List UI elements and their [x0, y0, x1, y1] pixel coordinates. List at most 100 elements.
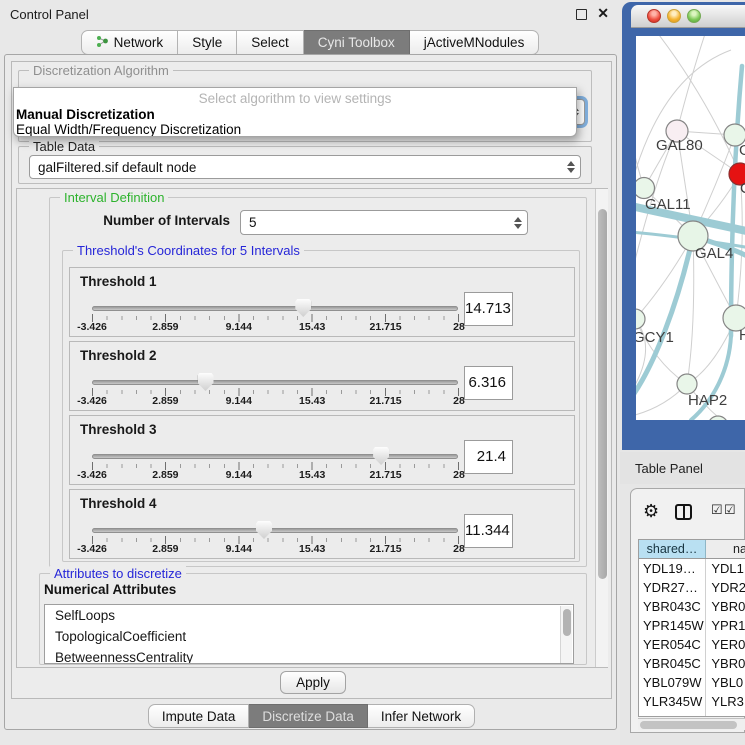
- float-icon[interactable]: [576, 9, 587, 20]
- combo-stepper-icon: [567, 161, 575, 173]
- tab-discretize-data[interactable]: Discretize Data: [249, 704, 368, 728]
- group-title: Table Data: [29, 139, 99, 154]
- tick-label: 9.144: [226, 543, 252, 555]
- split-columns-icon[interactable]: [675, 504, 692, 520]
- table-row[interactable]: YDL19…YDL1: [639, 559, 745, 578]
- table-panel-header: Table Panel: [620, 452, 745, 484]
- control-panel-titlebar: Control Panel ✕: [0, 0, 620, 28]
- table-row[interactable]: YDR27…YDR2: [639, 578, 745, 597]
- threshold-4-box: Threshold 4 -3.4262.8599.14415.4321.7152…: [69, 489, 575, 559]
- algorithm-dropdown-popup: Select algorithm to view settings Manual…: [13, 87, 577, 137]
- checkbox-icon[interactable]: ☑: [711, 502, 723, 518]
- node-label: GAL11: [645, 196, 691, 213]
- list-item[interactable]: BetweennessCentrality: [45, 647, 573, 664]
- table-row[interactable]: YBR045CYBR0: [639, 654, 745, 673]
- minimize-traffic-light-icon[interactable]: [667, 9, 681, 23]
- popup-item-manual-discretization[interactable]: Manual Discretization: [16, 107, 155, 122]
- settings-vertical-scrollbar[interactable]: [595, 189, 608, 667]
- table-row[interactable]: YPR145WYPR1: [639, 616, 745, 635]
- threshold-3-box: Threshold 3 -3.4262.8599.14415.4321.7152…: [69, 415, 575, 485]
- list-item[interactable]: TopologicalCoefficient: [45, 626, 573, 647]
- table-row[interactable]: YBR043CYBR0: [639, 597, 745, 616]
- table-row[interactable]: YBL079WYBL0: [639, 673, 745, 692]
- numerical-attributes-list[interactable]: SelfLoops TopologicalCoefficient Between…: [44, 604, 574, 664]
- threshold-label: Threshold 4: [80, 496, 157, 511]
- num-intervals-value: 5: [249, 215, 257, 230]
- threshold-label: Threshold 3: [80, 422, 157, 437]
- group-title: Threshold's Coordinates for 5 Intervals: [73, 243, 304, 258]
- tab-select[interactable]: Select: [237, 30, 304, 55]
- threshold-2-value-field[interactable]: 6.316: [464, 366, 513, 400]
- tick-label: 2.859: [152, 395, 178, 407]
- top-tab-bar: Network Style Select Cyni Toolbox jActiv…: [0, 30, 620, 55]
- table-row[interactable]: YER054CYER0: [639, 635, 745, 654]
- node-bottom[interactable]: [708, 416, 728, 420]
- tab-impute-data[interactable]: Impute Data: [148, 704, 250, 728]
- threshold-2-slider-track[interactable]: [92, 380, 458, 385]
- checkbox-icon[interactable]: ☑: [724, 502, 736, 518]
- tab-style[interactable]: Style: [178, 30, 237, 55]
- tick-label: -3.426: [77, 321, 107, 333]
- node-attribute-table[interactable]: shared… na YDL19…YDL1 YDR27…YDR2 YBR043C…: [638, 539, 745, 717]
- slider-tick-labels: -3.4262.8599.14415.4321.71528: [92, 321, 459, 334]
- threshold-label: Threshold 2: [80, 348, 157, 363]
- threshold-2-box: Threshold 2 -3.4262.8599.14415.4321.7152…: [69, 341, 575, 411]
- threshold-1-value-field[interactable]: 14.713: [464, 292, 513, 326]
- column-header-shared[interactable]: shared…: [639, 540, 706, 558]
- tick-label: 21.715: [370, 395, 402, 407]
- table-row[interactable]: YIL052CYIL0: [639, 711, 745, 717]
- close-traffic-light-icon[interactable]: [647, 9, 661, 23]
- tick-label: 15.43: [299, 321, 325, 333]
- tab-network[interactable]: Network: [81, 30, 179, 55]
- zoom-traffic-light-icon[interactable]: [687, 9, 701, 23]
- apply-button[interactable]: Apply: [280, 671, 346, 694]
- attributes-scrollbar[interactable]: [560, 606, 572, 663]
- table-horizontal-scrollbar[interactable]: [638, 718, 745, 730]
- table-row[interactable]: YLR345WYLR3: [639, 692, 745, 711]
- tab-infer-network[interactable]: Infer Network: [368, 704, 475, 728]
- tick-label: 2.859: [152, 469, 178, 481]
- popup-item-equal-width-frequency[interactable]: Equal Width/Frequency Discretization: [16, 122, 241, 137]
- group-thresholds: Threshold's Coordinates for 5 Intervals …: [62, 250, 580, 562]
- node-label: GAL4: [695, 245, 733, 262]
- group-title: Interval Definition: [60, 190, 168, 205]
- node-label: GAL80: [656, 137, 703, 154]
- group-table-data: Table Data galFiltered.sif default node: [18, 146, 592, 184]
- node-gcy1[interactable]: [636, 309, 645, 329]
- table-toolbar: ⚙ ☑ ☑: [631, 489, 744, 537]
- tab-jactivemnodules[interactable]: jActiveMNodules: [410, 30, 540, 55]
- network-view-canvas[interactable]: GAL80 GA C GAL11 GAL4 GCY1 H HAP2: [636, 36, 745, 420]
- threshold-4-slider-track[interactable]: [92, 528, 458, 533]
- threshold-1-slider-track[interactable]: [92, 306, 458, 311]
- gear-icon[interactable]: ⚙: [643, 501, 659, 522]
- column-header-name[interactable]: na: [706, 540, 745, 558]
- node-hap2[interactable]: [677, 374, 697, 394]
- threshold-3-slider-track[interactable]: [92, 454, 458, 459]
- group-interval-definition: Interval Definition Number of Intervals …: [49, 197, 587, 567]
- network-window-titlebar[interactable]: [631, 5, 745, 28]
- tick-label: 9.144: [226, 321, 252, 333]
- tick-label: 9.144: [226, 395, 252, 407]
- num-intervals-combobox[interactable]: 5: [240, 210, 528, 235]
- node-label: GA: [739, 142, 745, 159]
- group-attributes: Attributes to discretize Numerical Attri…: [39, 573, 587, 665]
- threshold-4-value-field[interactable]: 11.344: [464, 514, 513, 548]
- close-icon[interactable]: ✕: [597, 5, 609, 22]
- group-title: Attributes to discretize: [50, 566, 186, 581]
- tab-cyni-toolbox[interactable]: Cyni Toolbox: [304, 30, 410, 55]
- table-header-row: shared… na: [639, 540, 745, 559]
- bottom-tab-bar: Impute Data Discretize Data Infer Networ…: [5, 704, 618, 728]
- list-item[interactable]: SelfLoops: [45, 605, 573, 626]
- numerical-attributes-label: Numerical Attributes: [44, 582, 176, 597]
- settings-scroll-area: Interval Definition Number of Intervals …: [16, 188, 608, 668]
- table-data-combobox[interactable]: galFiltered.sif default node: [29, 155, 581, 179]
- threshold-3-value-field[interactable]: 21.4: [464, 440, 513, 474]
- network-window[interactable]: GAL80 GA C GAL11 GAL4 GCY1 H HAP2: [622, 2, 745, 450]
- tick-label: -3.426: [77, 469, 107, 481]
- network-graph: GAL80 GA C GAL11 GAL4 GCY1 H HAP2: [636, 36, 745, 420]
- table-panel-title: Table Panel: [635, 461, 703, 476]
- network-icon: [96, 35, 109, 51]
- tick-label: 9.144: [226, 469, 252, 481]
- tick-label: -3.426: [77, 543, 107, 555]
- control-panel: Control Panel ✕ Network Style Select Cyn…: [0, 0, 620, 745]
